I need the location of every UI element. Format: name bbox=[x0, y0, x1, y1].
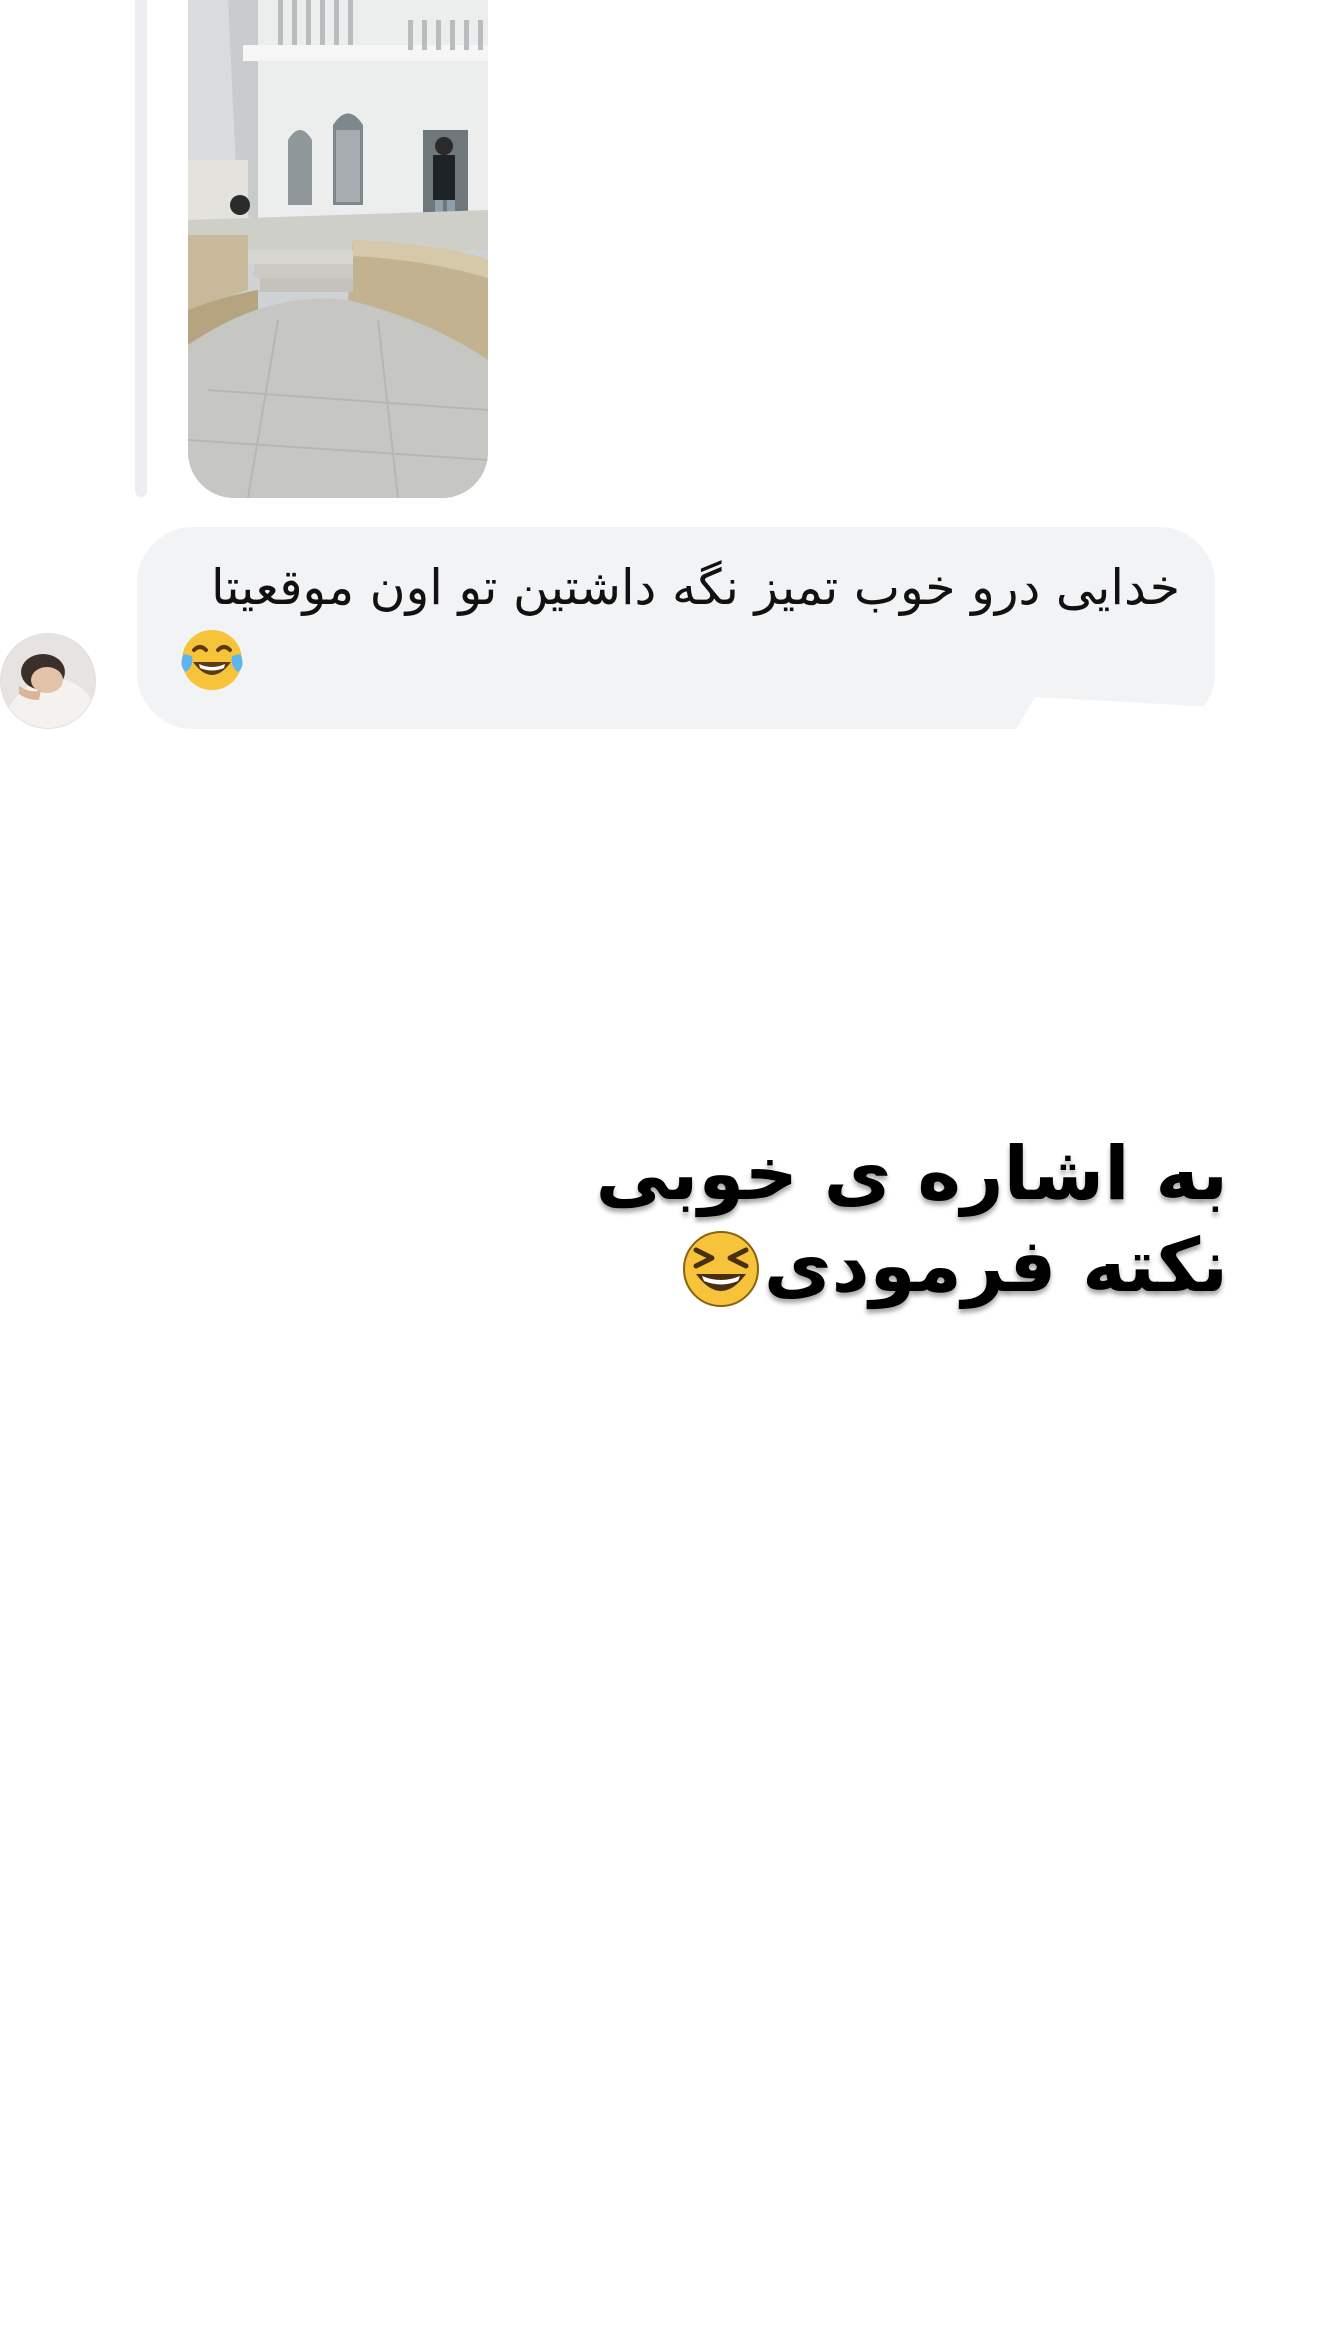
shared-photo[interactable] bbox=[188, 0, 488, 498]
avatar-photo bbox=[1, 634, 95, 728]
face-with-tears-of-joy-icon bbox=[181, 630, 243, 690]
avatar[interactable] bbox=[0, 633, 96, 729]
caption-line-2: نکته فرمودی bbox=[763, 1223, 1228, 1309]
reply-thread-line bbox=[135, 0, 147, 497]
grinning-squinting-face-icon bbox=[683, 1231, 759, 1307]
villa-courtyard-photo bbox=[188, 0, 488, 498]
message-text: خدایی درو خوب تمیز نگه داشتین تو اون موق… bbox=[210, 559, 1180, 616]
caption-line-1: به اشاره ی خوبی bbox=[595, 1131, 1228, 1217]
story-caption: به اشاره ی خوبی نکته فرمودی bbox=[560, 1128, 1228, 1312]
